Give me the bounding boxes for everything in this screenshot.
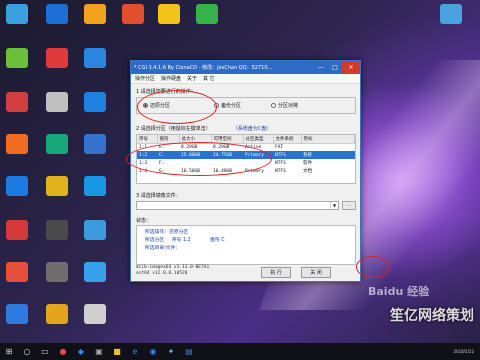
annotation-circle-operation [137, 90, 217, 124]
desktop-icon[interactable] [46, 4, 68, 24]
app-icon[interactable]: ■ [108, 343, 126, 360]
desktop-icon[interactable] [46, 48, 68, 68]
annotation-circle-partition [126, 142, 272, 176]
cell: NTFS [275, 168, 286, 174]
annotation-circle-execute [356, 256, 390, 278]
desktop-icon[interactable] [84, 304, 106, 324]
menu-partition-ops[interactable]: 操作分区 [135, 75, 155, 82]
baidu-watermark: Baidu 经验 [368, 285, 430, 298]
desktop-icon[interactable] [84, 262, 106, 282]
app-icon[interactable]: ✦ [162, 343, 180, 360]
app-icon[interactable]: ◉ [144, 343, 162, 360]
desktop-icon[interactable] [46, 176, 68, 196]
desktop-icon[interactable] [6, 220, 28, 240]
radio-label: 分区对拷 [278, 103, 299, 109]
desktop-icon[interactable] [158, 4, 180, 24]
cell [301, 144, 355, 152]
desktop-icon[interactable] [84, 176, 106, 196]
cell: 文档 [303, 169, 312, 174]
watermark-date: 2018/5/22 [453, 349, 474, 354]
desktop-icon[interactable] [6, 176, 28, 196]
window-title: * CGI 3.4.1.6 By CloneCD - 修改：JesChan QQ… [134, 65, 273, 71]
desktop-icon[interactable] [84, 4, 106, 24]
site-watermark: 笙亿网络策划 [390, 308, 474, 324]
menu-disk-ops[interactable]: 操作硬盘 [161, 75, 181, 82]
desktop-icon[interactable] [440, 4, 462, 24]
radio-unselected-icon [271, 103, 277, 108]
cell: FAT [275, 145, 284, 150]
app-icon[interactable]: ● [54, 343, 72, 360]
system-disk-link[interactable]: （系统盘为C盘） [233, 125, 272, 132]
desktop-icon[interactable] [196, 4, 218, 24]
partition-heading: 2 请选择分区（用鼠标左键单击） [136, 126, 211, 132]
column-header[interactable]: 分区类型 [243, 135, 274, 144]
desktop-icon[interactable] [84, 92, 106, 112]
search-icon[interactable]: ○ [18, 343, 36, 360]
close-icon[interactable]: ✕ [342, 61, 360, 74]
image-file-select[interactable]: ▼ [136, 201, 339, 210]
desktop-icon[interactable] [122, 4, 144, 24]
window-titlebar[interactable]: * CGI 3.4.1.6 By CloneCD - 修改：JesChan QQ… [131, 61, 360, 74]
radio-backup-partition[interactable]: 备份分区 [214, 102, 241, 109]
windows-start-icon[interactable]: ⊞ [0, 343, 18, 360]
desktop-icon[interactable] [46, 92, 68, 112]
desktop: * CGI 3.4.1.6 By CloneCD - 修改：JesChan QQ… [0, 0, 480, 343]
cell: 软件 [303, 161, 312, 166]
desktop-icon[interactable] [84, 220, 106, 240]
radio-label: 备份分区 [221, 103, 242, 109]
status-panel: 所选操作：还原分区 所选分区 序号 1:2 盘符 C 所选目录/文件： [136, 225, 356, 265]
status-partition-label: 所选分区 [145, 238, 165, 243]
taskbar: ⊞ ○ ▭ ● ◆ ▣ ■ e ◉ ✦ ▤ 2018/5/22 [0, 343, 480, 360]
desktop-icon[interactable] [6, 48, 28, 68]
desktop-icon[interactable] [84, 134, 106, 154]
column-header[interactable]: 卷标 [301, 135, 355, 144]
desktop-icon[interactable] [6, 262, 28, 282]
desktop-icon[interactable] [46, 304, 68, 324]
table-header: 序号 盘符 总大小 可用空间 分区类型 文件系统 卷标 [137, 135, 355, 144]
desktop-icon[interactable] [6, 4, 28, 24]
browser-icon[interactable]: e [126, 343, 144, 360]
menu-bar: 操作分区 操作硬盘 关于 其 它 [131, 74, 360, 84]
task-view-icon[interactable]: ▭ [36, 343, 54, 360]
chevron-down-icon[interactable]: ▼ [330, 202, 338, 209]
cell: NTFS [273, 151, 301, 159]
app-icon[interactable]: ▤ [180, 343, 198, 360]
desktop-icon[interactable] [46, 262, 68, 282]
status-file: 所选目录/文件： [145, 246, 181, 251]
minimize-button[interactable]: — [314, 61, 328, 74]
desktop-icon[interactable] [6, 304, 28, 324]
menu-about[interactable]: 关于 [187, 75, 197, 82]
cell: 系统 [301, 151, 355, 159]
app-icon[interactable]: ◆ [72, 343, 90, 360]
status-heading: 状态： [136, 218, 152, 224]
execute-button[interactable]: 执 行 [261, 267, 291, 278]
image-file-heading: 3 请选择镜像文件： [136, 193, 181, 199]
column-header[interactable]: 文件系统 [273, 135, 302, 144]
cell: NTFS [275, 160, 286, 166]
browse-button[interactable]: ... [342, 201, 356, 210]
close-button[interactable]: 关 闭 [301, 267, 331, 278]
desktop-icon[interactable] [84, 48, 106, 68]
menu-other[interactable]: 其 它 [203, 75, 215, 82]
column-header[interactable]: 序号 [137, 135, 158, 144]
status-operation: 所选操作：还原分区 [145, 230, 189, 235]
maximize-button[interactable]: □ [328, 61, 342, 74]
radio-copy-partition[interactable]: 分区对拷 [271, 102, 298, 109]
status-partition-drive: 盘符 C [210, 238, 225, 243]
log-line: ost64 v12.0.0.10520 [136, 271, 188, 276]
desktop-icon[interactable] [6, 134, 28, 154]
desktop-icon[interactable] [46, 134, 68, 154]
status-partition-index: 序号 1:2 [171, 238, 191, 243]
app-icon[interactable]: ▣ [90, 343, 108, 360]
desktop-icon[interactable] [6, 92, 28, 112]
desktop-icon[interactable] [46, 220, 68, 240]
